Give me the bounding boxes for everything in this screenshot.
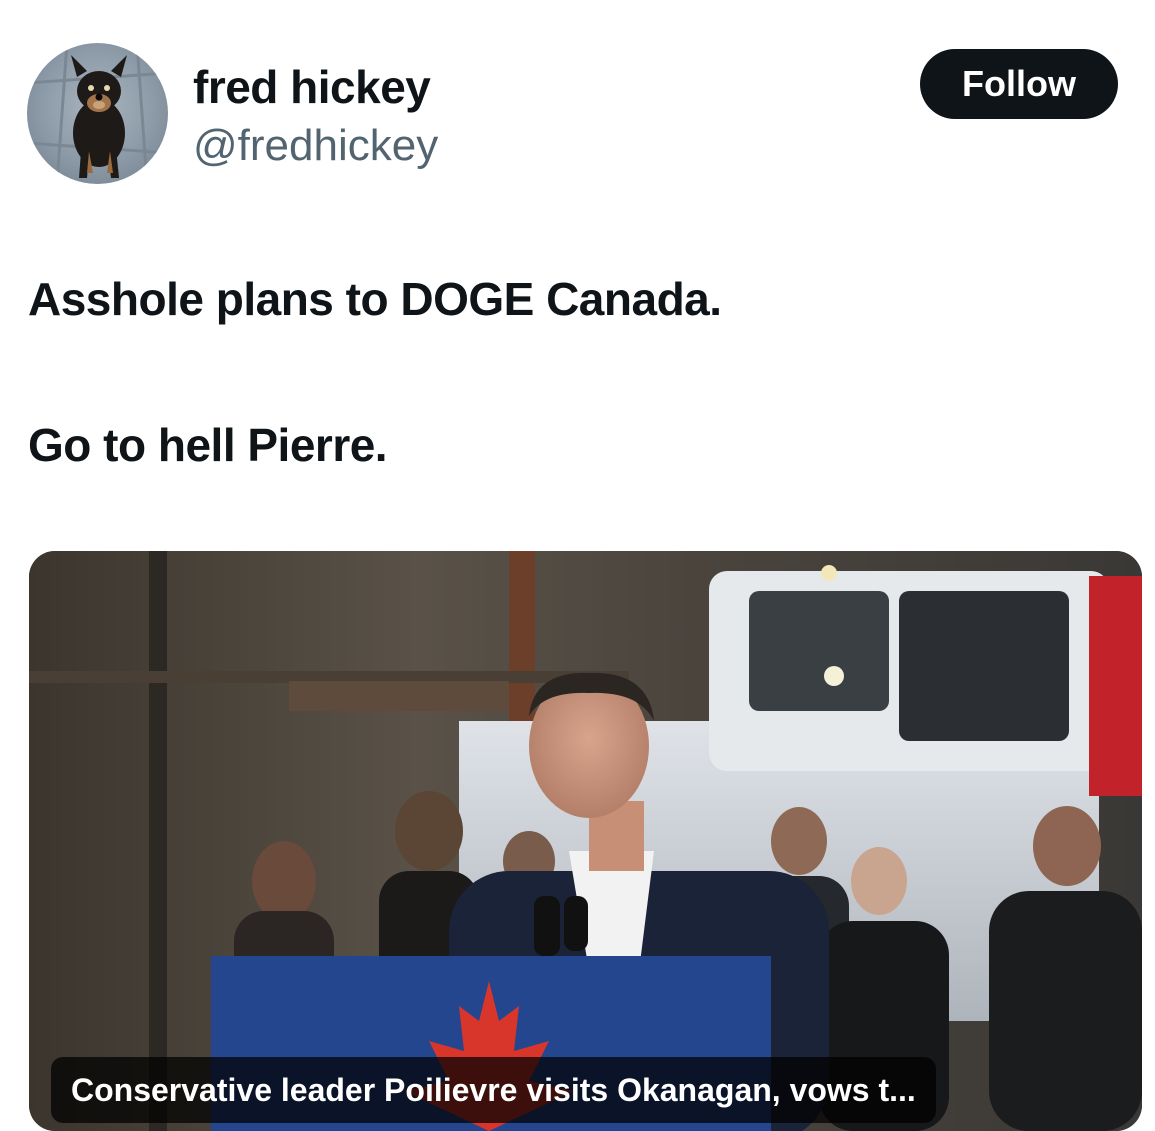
author-handle[interactable]: @fredhickey xyxy=(193,120,438,172)
link-preview-card[interactable]: Conservative leader Poilievre visits Oka… xyxy=(29,551,1142,1131)
follow-button[interactable]: Follow xyxy=(920,49,1118,119)
author-display-name[interactable]: fred hickey xyxy=(193,60,431,114)
speaker-at-podium-photo-icon xyxy=(29,551,1142,1131)
tweet-text-line: Asshole plans to DOGE Canada. xyxy=(28,273,722,325)
author-avatar[interactable] xyxy=(27,43,168,184)
dog-avatar-icon xyxy=(27,43,168,184)
link-card-caption[interactable]: Conservative leader Poilievre visits Oka… xyxy=(51,1057,936,1123)
tweet-text-line: Go to hell Pierre. xyxy=(28,419,388,471)
